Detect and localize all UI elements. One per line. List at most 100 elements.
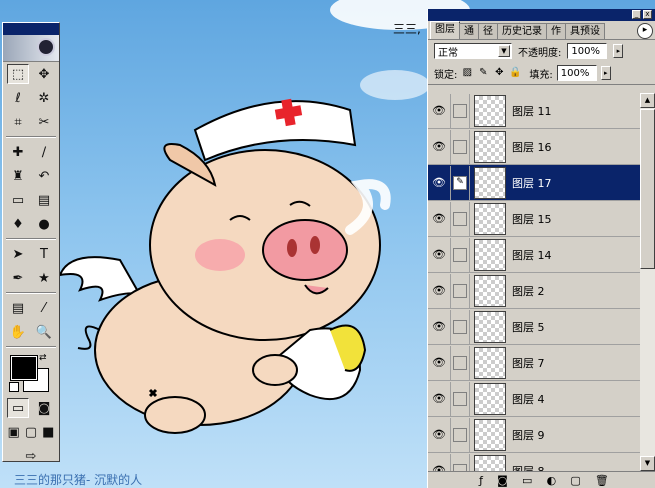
photoshop-logo[interactable]: [3, 35, 59, 62]
zoom-tool-icon[interactable]: 🔍: [33, 322, 55, 342]
gradient-tool-icon[interactable]: ▤: [33, 190, 55, 210]
marquee-tool-icon[interactable]: ⬚: [7, 64, 29, 84]
layer-link-cell[interactable]: [451, 93, 470, 128]
eye-visibility-icon[interactable]: 👁: [428, 417, 451, 452]
layer-row[interactable]: 👁 图层 14: [428, 237, 640, 273]
layer-row[interactable]: 👁 ✎ 图层 17: [428, 165, 640, 201]
layer-row[interactable]: 👁 图层 5: [428, 309, 640, 345]
eyedropper-tool-icon[interactable]: ⁄: [33, 298, 55, 318]
layer-style-icon[interactable]: ƒ: [479, 474, 483, 487]
path-select-tool-icon[interactable]: ➤: [7, 244, 29, 264]
eye-visibility-icon[interactable]: 👁: [428, 273, 451, 308]
foreground-color-swatch[interactable]: [10, 355, 38, 381]
layer-row[interactable]: 👁 图层 4: [428, 381, 640, 417]
panel-title-bar[interactable]: _ x: [428, 9, 655, 21]
hand-tool-icon[interactable]: ✋: [7, 322, 29, 342]
tab-1[interactable]: 通: [459, 23, 479, 39]
eye-visibility-icon[interactable]: 👁: [428, 201, 451, 236]
standard-mode-icon[interactable]: ▭: [7, 398, 29, 418]
history-brush-tool-icon[interactable]: ↶: [33, 166, 55, 186]
adjustment-layer-icon[interactable]: ◐: [547, 474, 557, 487]
layer-row[interactable]: 👁 图层 7: [428, 345, 640, 381]
layer-name: 图层 9: [512, 428, 545, 442]
layer-link-cell[interactable]: [451, 309, 470, 344]
brush-tool-icon[interactable]: ∕: [33, 142, 55, 162]
shape-tool-icon[interactable]: ★: [33, 268, 55, 288]
layer-row[interactable]: 👁 图层 15: [428, 201, 640, 237]
quick-mask-icon[interactable]: ◙: [33, 398, 55, 418]
clone-stamp-tool-icon[interactable]: ♜: [7, 166, 29, 186]
toolbox-title-bar[interactable]: [3, 23, 59, 35]
lock-position-icon[interactable]: ✥: [493, 67, 505, 79]
tab-5[interactable]: 具预设: [565, 23, 605, 39]
tab-4[interactable]: 作: [546, 23, 566, 39]
opacity-input[interactable]: 100%: [567, 43, 608, 59]
magic-wand-tool-icon[interactable]: ✲: [33, 88, 55, 108]
pen-tool-icon[interactable]: ✒: [7, 268, 29, 288]
layer-row[interactable]: 👁 图层 11: [428, 93, 640, 129]
panel-menu-icon[interactable]: ▸: [637, 23, 653, 39]
eye-visibility-icon[interactable]: 👁: [428, 93, 451, 128]
layer-link-cell[interactable]: [451, 273, 470, 308]
layer-row[interactable]: 👁 图层 8: [428, 453, 640, 471]
lock-all-icon[interactable]: 🔒: [509, 67, 521, 79]
tab-3[interactable]: 历史记录: [497, 23, 547, 39]
eye-visibility-icon[interactable]: 👁: [428, 165, 451, 200]
new-layer-icon[interactable]: ▢: [570, 474, 580, 487]
screen-mode-standard-icon[interactable]: ▣: [5, 422, 22, 442]
tab-2[interactable]: 径: [478, 23, 498, 39]
scroll-down-icon[interactable]: ▼: [640, 456, 655, 471]
lock-transparency-icon[interactable]: ▨: [461, 67, 473, 79]
crop-tool-icon[interactable]: ⌗: [7, 112, 29, 132]
layer-row[interactable]: 👁 图层 9: [428, 417, 640, 453]
jump-to-imageready-icon[interactable]: ⇨: [20, 446, 42, 466]
scroll-up-icon[interactable]: ▲: [640, 93, 655, 108]
close-icon[interactable]: x: [643, 10, 652, 19]
slice-tool-icon[interactable]: ✂: [33, 112, 55, 132]
tab-0[interactable]: 图层: [430, 21, 460, 39]
layer-row[interactable]: 👁 图层 2: [428, 273, 640, 309]
dodge-tool-icon[interactable]: ●: [33, 214, 55, 234]
layer-row[interactable]: 👁 图层 16: [428, 129, 640, 165]
blur-tool-icon[interactable]: ♦: [7, 214, 29, 234]
notes-tool-icon[interactable]: ▤: [7, 298, 29, 318]
tool-row: ✒ ★: [3, 266, 59, 290]
layer-link-cell[interactable]: ✎: [451, 165, 470, 200]
lock-image-icon[interactable]: ✎: [477, 67, 489, 79]
canvas-caption-text: 三三的那只猪- 沉默的人: [14, 473, 143, 487]
layer-link-cell[interactable]: [451, 237, 470, 272]
layer-link-cell[interactable]: [451, 201, 470, 236]
layer-link-cell[interactable]: [451, 453, 470, 471]
layer-list-scrollbar[interactable]: ▲ ▼: [640, 93, 655, 471]
screen-mode-full-icon[interactable]: ■: [40, 422, 57, 442]
fill-input[interactable]: 100%: [556, 65, 597, 81]
new-group-icon[interactable]: ▭: [522, 474, 532, 487]
eye-visibility-icon[interactable]: 👁: [428, 453, 451, 471]
delete-layer-icon[interactable]: 🗑: [595, 474, 609, 487]
eye-visibility-icon[interactable]: 👁: [428, 129, 451, 164]
lasso-tool-icon[interactable]: ℓ: [7, 88, 29, 108]
scrollbar-thumb[interactable]: [640, 109, 655, 269]
type-tool-icon[interactable]: T: [33, 244, 55, 264]
blend-mode-select[interactable]: 正常 ▼: [434, 43, 512, 59]
add-mask-icon[interactable]: ◙: [497, 474, 508, 487]
chevron-down-icon[interactable]: ▼: [498, 45, 510, 57]
opacity-slider-button[interactable]: ▸: [613, 44, 624, 58]
layer-link-cell[interactable]: [451, 129, 470, 164]
minimize-icon[interactable]: _: [632, 10, 641, 19]
fill-slider-button[interactable]: ▸: [600, 66, 611, 80]
screen-mode-full-menu-icon[interactable]: ▢: [22, 422, 39, 442]
eye-visibility-icon[interactable]: 👁: [428, 345, 451, 380]
eye-visibility-icon[interactable]: 👁: [428, 237, 451, 272]
tool-row: ▤ ⁄: [3, 296, 59, 320]
eye-visibility-icon[interactable]: 👁: [428, 381, 451, 416]
default-colors-icon[interactable]: [9, 382, 19, 392]
eraser-tool-icon[interactable]: ▭: [7, 190, 29, 210]
layer-link-cell[interactable]: [451, 345, 470, 380]
swap-colors-icon[interactable]: ⇄: [39, 353, 47, 363]
healing-brush-tool-icon[interactable]: ✚: [7, 142, 29, 162]
eye-visibility-icon[interactable]: 👁: [428, 309, 451, 344]
layer-link-cell[interactable]: [451, 417, 470, 452]
move-tool-icon[interactable]: ✥: [33, 64, 55, 84]
layer-link-cell[interactable]: [451, 381, 470, 416]
